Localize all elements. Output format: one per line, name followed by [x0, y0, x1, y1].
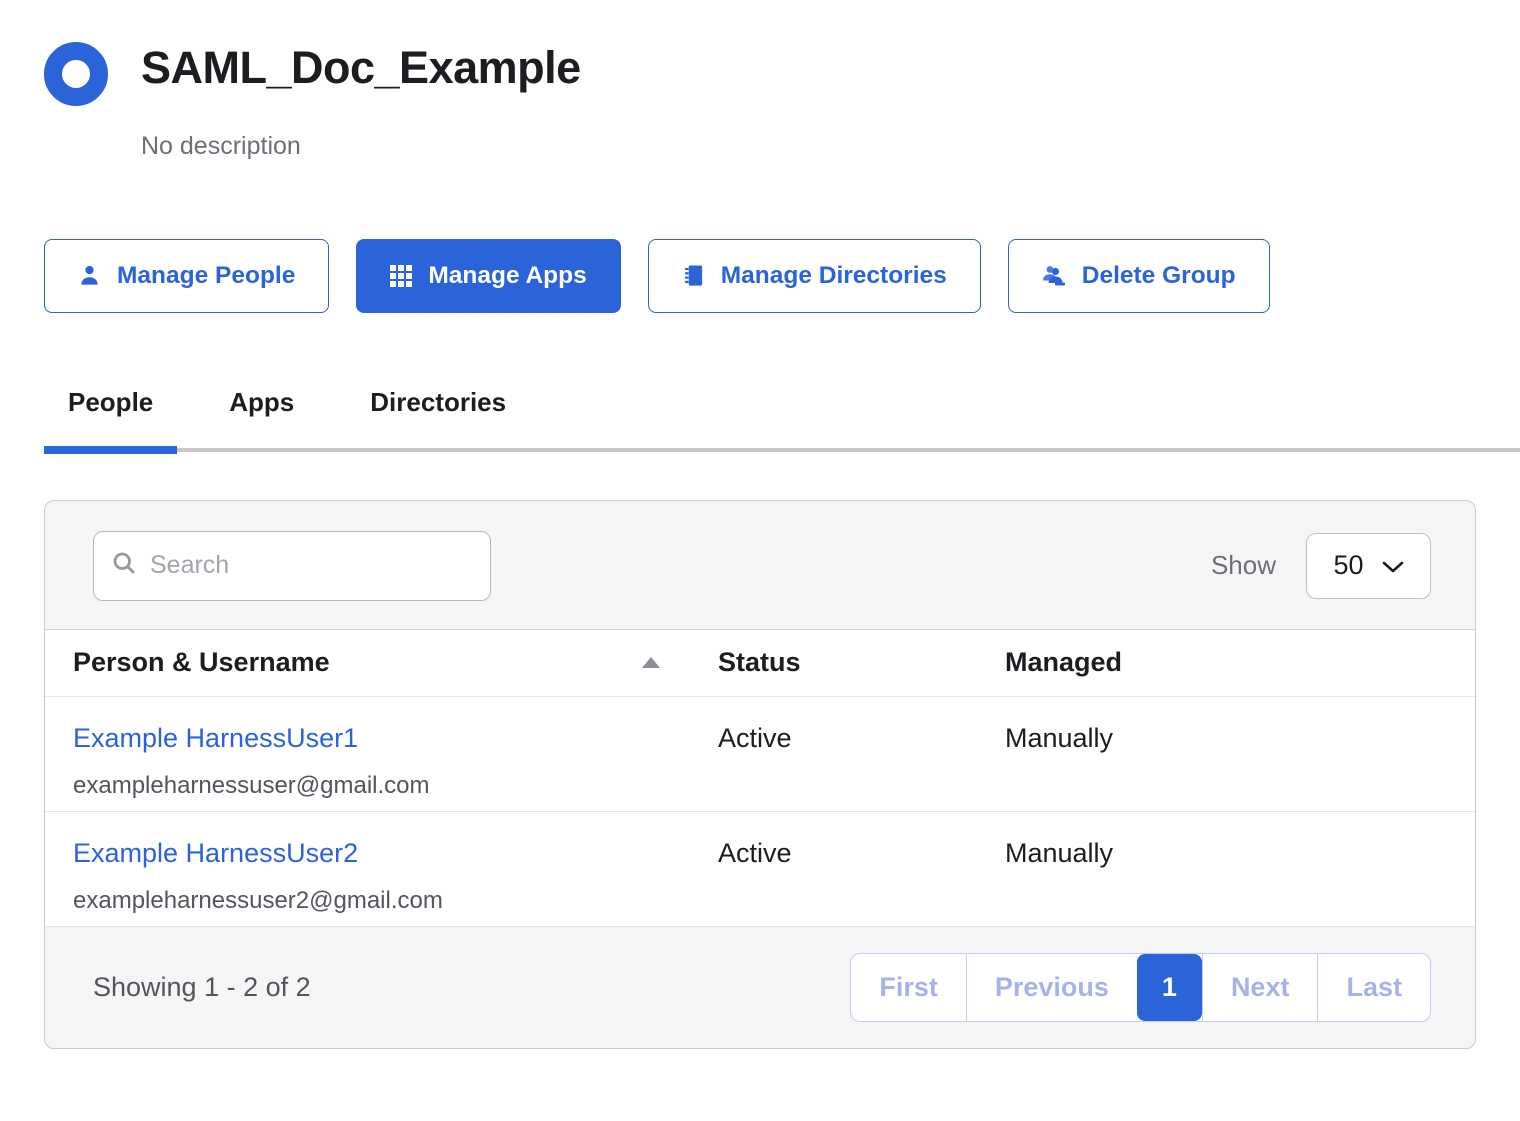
- people-table-card: Show 50 Person & Username Status Managed: [44, 500, 1476, 1049]
- status-value: Active: [718, 838, 1005, 926]
- column-managed: Managed: [1005, 647, 1475, 678]
- person-link[interactable]: Example HarnessUser2: [73, 838, 358, 868]
- person-cell: Example HarnessUser1 exampleharnessuser@…: [45, 723, 718, 811]
- table-row: Example HarnessUser1 exampleharnessuser@…: [45, 697, 1475, 812]
- directory-icon: [682, 264, 705, 287]
- person-icon: [78, 264, 101, 287]
- pagination: First Previous 1 Next Last: [850, 953, 1431, 1022]
- delete-group-label: Delete Group: [1082, 262, 1236, 290]
- pagination-first[interactable]: First: [851, 954, 966, 1021]
- page-title: SAML_Doc_Example: [141, 42, 581, 94]
- tab-apps[interactable]: Apps: [205, 387, 318, 418]
- manage-apps-button[interactable]: Manage Apps: [356, 239, 620, 313]
- table-row: Example HarnessUser2 exampleharnessuser2…: [45, 812, 1475, 927]
- person-cell: Example HarnessUser2 exampleharnessuser2…: [45, 838, 718, 926]
- manage-directories-label: Manage Directories: [721, 262, 947, 290]
- column-status: Status: [718, 647, 1005, 678]
- grid-icon: [390, 265, 412, 287]
- pagination-last[interactable]: Last: [1317, 954, 1430, 1021]
- sort-ascending-icon: [642, 657, 660, 668]
- tab-people[interactable]: People: [44, 387, 177, 418]
- search-input[interactable]: [148, 550, 474, 581]
- pagination-page-1[interactable]: 1: [1137, 954, 1202, 1021]
- header-text: SAML_Doc_Example No description: [141, 42, 581, 161]
- table-toolbar: Show 50: [45, 501, 1475, 629]
- manage-apps-label: Manage Apps: [428, 262, 586, 290]
- search-icon: [110, 549, 138, 582]
- search-box[interactable]: [93, 531, 491, 601]
- group-detail-page: SAML_Doc_Example No description Manage P…: [0, 0, 1520, 1049]
- chevron-down-icon: [1382, 550, 1404, 581]
- manage-people-button[interactable]: Manage People: [44, 239, 329, 313]
- manage-directories-button[interactable]: Manage Directories: [648, 239, 981, 313]
- group-icon: [44, 42, 108, 106]
- action-buttons: Manage People Manage Apps: [44, 239, 1476, 313]
- column-person-username[interactable]: Person & Username: [45, 647, 718, 678]
- delete-group-button[interactable]: Delete Group: [1008, 239, 1270, 313]
- manage-people-label: Manage People: [117, 262, 295, 290]
- status-value: Active: [718, 723, 1005, 811]
- managed-value: Manually: [1005, 723, 1475, 811]
- page-header: SAML_Doc_Example No description: [44, 42, 1476, 161]
- show-group: Show 50: [1211, 533, 1431, 599]
- table-header-row: Person & Username Status Managed: [45, 629, 1475, 697]
- page-size-value: 50: [1333, 550, 1363, 581]
- person-username: exampleharnessuser2@gmail.com: [73, 887, 718, 915]
- tab-directories[interactable]: Directories: [346, 387, 530, 418]
- table-footer: Showing 1 - 2 of 2 First Previous 1 Next…: [45, 927, 1475, 1048]
- page-size-select[interactable]: 50: [1306, 533, 1431, 599]
- person-remove-icon: [1042, 264, 1066, 288]
- group-description: No description: [141, 132, 581, 161]
- managed-value: Manually: [1005, 838, 1475, 926]
- pagination-previous[interactable]: Previous: [966, 954, 1137, 1021]
- show-label: Show: [1211, 550, 1276, 581]
- column-person-username-label: Person & Username: [73, 647, 330, 678]
- person-link[interactable]: Example HarnessUser1: [73, 723, 358, 753]
- pagination-next[interactable]: Next: [1202, 954, 1318, 1021]
- result-summary: Showing 1 - 2 of 2: [93, 972, 311, 1003]
- tab-bar: People Apps Directories: [44, 387, 1476, 452]
- person-username: exampleharnessuser@gmail.com: [73, 772, 718, 800]
